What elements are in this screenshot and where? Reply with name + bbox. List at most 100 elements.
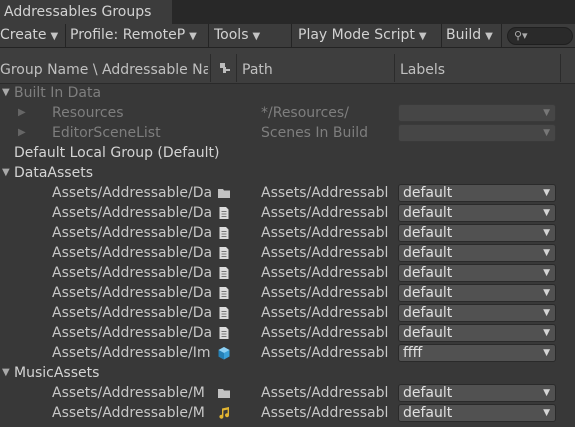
- entry-name: Assets/Addressable/Da: [52, 225, 212, 241]
- chevron-down-icon: ▼: [485, 31, 493, 42]
- group-built-in-data[interactable]: ▼ Built In Data: [0, 83, 575, 103]
- chevron-down-icon: ▼: [252, 31, 261, 42]
- list-item[interactable]: Assets/Addressable/Im Assets/Addressabl ff…: [0, 343, 575, 363]
- cube-icon: [217, 346, 231, 360]
- chevron-down-icon: ▼: [418, 31, 427, 42]
- entry-path: Assets/Addressabl: [261, 325, 389, 341]
- expanded-triangle-icon[interactable]: ▼: [2, 163, 10, 183]
- create-menu[interactable]: Create ▼: [0, 24, 64, 47]
- tab-addressables-groups[interactable]: Addressables Groups: [0, 0, 172, 24]
- list-item[interactable]: Assets/Addressable/Da Assets/Addressabl de…: [0, 223, 575, 243]
- document-icon: [217, 246, 231, 260]
- list-item[interactable]: Assets/Addressable/M Assets/Addressabl def…: [0, 403, 575, 423]
- expanded-triangle-icon[interactable]: ▼: [2, 363, 10, 383]
- tab-bar: Addressables Groups: [0, 0, 575, 24]
- group-label: Built In Data: [14, 85, 102, 101]
- labels-value: default: [403, 305, 453, 321]
- list-item[interactable]: ▶ EditorSceneList Scenes In Build ▼: [0, 123, 575, 143]
- play-mode-script-dropdown[interactable]: Play Mode Script ▼: [298, 24, 440, 47]
- addressables-groups-window: Addressables Groups Create ▼ Profile: Rem…: [0, 0, 575, 427]
- list-item[interactable]: Assets/Addressable/Da Assets/Addressabl de…: [0, 243, 575, 263]
- labels-dropdown[interactable]: default ▼: [398, 384, 556, 402]
- list-item[interactable]: Assets/Addressable/Da Assets/Addressabl de…: [0, 183, 575, 203]
- entry-path: Assets/Addressabl: [261, 205, 389, 221]
- document-icon: [217, 306, 231, 320]
- entry-name: Assets/Addressable/M: [52, 385, 205, 401]
- column-header: Group Name \ Addressable Na Path Labels: [0, 48, 575, 84]
- labels-dropdown[interactable]: default ▼: [398, 204, 556, 222]
- labels-value: default: [403, 385, 453, 401]
- chevron-down-icon: ▼: [543, 388, 550, 398]
- tools-label: Tools: [214, 27, 249, 43]
- create-label: Create: [0, 27, 47, 43]
- build-label: Build: [446, 27, 482, 43]
- document-icon: [217, 286, 231, 300]
- entry-name: Assets/Addressable/Da: [52, 305, 212, 321]
- chevron-down-icon: ▼: [543, 108, 550, 118]
- labels-dropdown[interactable]: default ▼: [398, 244, 556, 262]
- labels-dropdown[interactable]: default ▼: [398, 184, 556, 202]
- entry-name: Assets/Addressable/Im: [52, 345, 211, 361]
- labels-value: default: [403, 405, 453, 421]
- collapsed-triangle-icon[interactable]: ▶: [18, 103, 26, 123]
- chevron-down-icon: ▼: [543, 128, 550, 138]
- music-note-icon: [217, 406, 231, 420]
- list-item[interactable]: ▶ Resources */Resources/ ▼: [0, 103, 575, 123]
- group-default-local[interactable]: Default Local Group (Default): [0, 143, 575, 163]
- group-label: DataAssets: [14, 165, 93, 181]
- list-item[interactable]: Assets/Addressable/Da Assets/Addressabl de…: [0, 283, 575, 303]
- folder-icon: [217, 186, 231, 200]
- address-icon: [220, 63, 230, 73]
- labels-dropdown[interactable]: default ▼: [398, 304, 556, 322]
- chevron-down-icon: ▼: [543, 208, 550, 218]
- labels-value: default: [403, 285, 453, 301]
- entry-path: Assets/Addressabl: [261, 345, 389, 361]
- chevron-down-icon: ▼: [543, 268, 550, 278]
- labels-value: default: [403, 325, 453, 341]
- list-item[interactable]: Assets/Addressable/Da Assets/Addressabl de…: [0, 323, 575, 343]
- list-item[interactable]: Assets/Addressable/Da Assets/Addressabl de…: [0, 203, 575, 223]
- expanded-triangle-icon[interactable]: ▼: [2, 83, 10, 103]
- entry-name: EditorSceneList: [52, 125, 161, 141]
- labels-value: default: [403, 245, 453, 261]
- document-icon: [217, 206, 231, 220]
- build-menu[interactable]: Build ▼: [446, 24, 500, 47]
- search-input[interactable]: ⚲▾: [507, 27, 573, 45]
- entry-path: Assets/Addressabl: [261, 225, 389, 241]
- profile-label: Profile: RemoteP: [70, 27, 186, 43]
- collapsed-triangle-icon[interactable]: ▶: [18, 123, 26, 143]
- entry-name: Assets/Addressable/Da: [52, 205, 212, 221]
- chevron-down-icon: ▼: [543, 188, 550, 198]
- entry-path: Assets/Addressabl: [261, 245, 389, 261]
- labels-dropdown[interactable]: default ▼: [398, 404, 556, 422]
- play-mode-label: Play Mode Script: [298, 27, 415, 43]
- chevron-down-icon: ▼: [189, 31, 197, 42]
- labels-dropdown[interactable]: default ▼: [398, 264, 556, 282]
- profile-dropdown[interactable]: Profile: RemoteP ▼: [70, 24, 208, 47]
- column-labels-header[interactable]: Labels: [400, 62, 445, 78]
- labels-dropdown[interactable]: default ▼: [398, 324, 556, 342]
- list-item[interactable]: Assets/Addressable/Da Assets/Addressabl de…: [0, 263, 575, 283]
- tools-menu[interactable]: Tools ▼: [214, 24, 274, 47]
- search-icon: ⚲▾: [514, 29, 528, 42]
- labels-value: ffff: [403, 345, 423, 361]
- labels-dropdown[interactable]: ffff ▼: [398, 344, 556, 362]
- group-data-assets[interactable]: ▼ DataAssets: [0, 163, 575, 183]
- labels-dropdown[interactable]: default ▼: [398, 284, 556, 302]
- column-name-header[interactable]: Group Name \ Addressable Na: [0, 62, 208, 78]
- list-item[interactable]: Assets/Addressable/M Assets/Addressabl def…: [0, 383, 575, 403]
- list-item[interactable]: Assets/Addressable/Da Assets/Addressabl de…: [0, 303, 575, 323]
- entry-name: Assets/Addressable/Da: [52, 325, 212, 341]
- group-music-assets[interactable]: ▼ MusicAssets: [0, 363, 575, 383]
- labels-value: default: [403, 205, 453, 221]
- chevron-down-icon: ▼: [543, 308, 550, 318]
- group-label: Default Local Group (Default): [14, 145, 220, 161]
- entry-name: Resources: [52, 105, 124, 121]
- entry-path: Assets/Addressabl: [261, 385, 389, 401]
- labels-dropdown[interactable]: default ▼: [398, 224, 556, 242]
- column-path-header[interactable]: Path: [242, 62, 273, 78]
- entry-name: Assets/Addressable/Da: [52, 245, 212, 261]
- entry-path: Assets/Addressabl: [261, 305, 389, 321]
- labels-dropdown: ▼: [398, 104, 556, 122]
- chevron-down-icon: ▼: [543, 408, 550, 418]
